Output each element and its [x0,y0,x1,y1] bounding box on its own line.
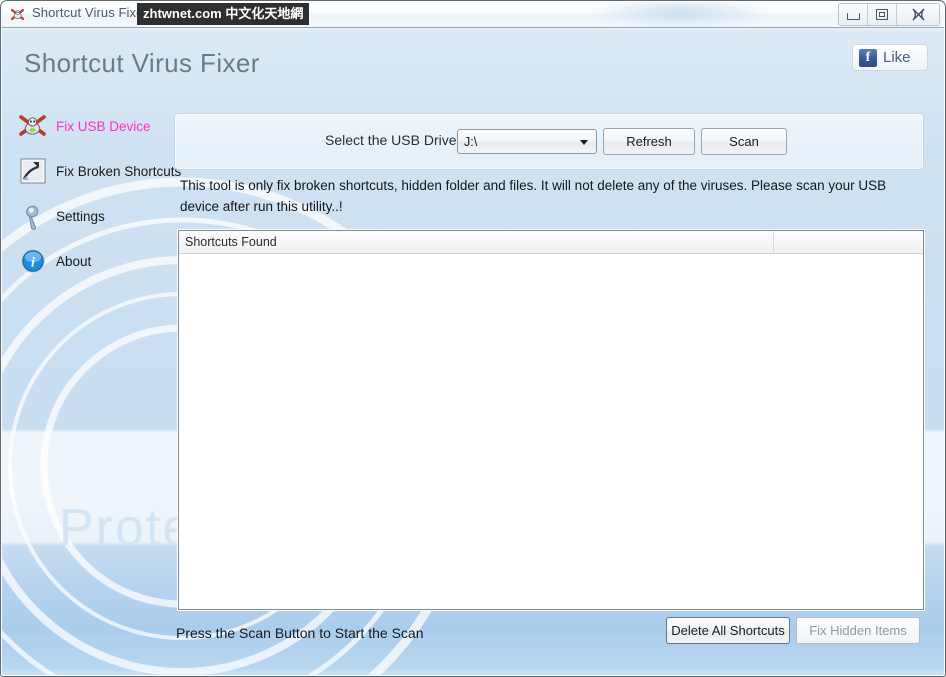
sidebar-item-fix-broken-shortcuts[interactable]: Fix Broken Shortcuts [12,153,181,189]
usb-drive-value: J:\ [464,134,478,149]
chevron-down-icon [580,140,588,145]
page-title: Shortcut Virus Fixer [24,48,260,78]
maximize-button[interactable] [868,4,897,25]
facebook-like-button[interactable]: f Like [852,44,928,71]
facebook-like-label: Like [883,49,911,66]
sidebar-item-about[interactable]: i About [12,243,168,279]
close-button[interactable] [897,4,939,25]
sidebar-item-label: Fix Broken Shortcuts [56,163,182,179]
site-watermark-badge: zhtwnet.com 中文化天地網 [137,3,310,25]
sidebar: Fix USB Device Fix Broken Shortcuts Sett… [12,108,181,288]
maximize-icon [876,9,888,20]
delete-all-shortcuts-button[interactable]: Delete All Shortcuts [666,617,790,644]
virus-shortcut-icon [10,8,25,21]
info-circle-icon: i [18,246,48,276]
svg-text:i: i [31,256,35,271]
sidebar-item-label: About [56,253,92,269]
application-window: Protec Shortcut Virus Fixer zhtwnet.com … [0,0,946,677]
minimize-icon [846,13,860,20]
sidebar-item-label: Fix USB Device [56,118,151,134]
sidebar-item-settings[interactable]: Settings [12,198,168,234]
fix-hidden-items-button[interactable]: Fix Hidden Items [796,617,920,644]
status-message: Press the Scan Button to Start the Scan [176,625,424,641]
scan-button[interactable]: Scan [701,128,787,155]
shortcut-arrow-icon [18,156,48,186]
tool-description: This tool is only fix broken shortcuts, … [180,178,887,214]
facebook-icon: f [859,48,877,67]
drive-select-label: Select the USB Drive [325,132,457,148]
drive-selection-panel: Select the USB Drive J:\ Refresh Scan [174,113,924,170]
sidebar-item-label: Settings [56,208,105,224]
wrench-icon [18,201,48,231]
shortcuts-list[interactable]: Shortcuts Found [178,230,924,610]
sidebar-item-fix-usb-device[interactable]: Fix USB Device [12,108,168,144]
list-header-row: Shortcuts Found [179,231,923,254]
column-header-shortcuts-found[interactable]: Shortcuts Found [179,231,774,253]
column-header-secondary[interactable] [774,231,923,253]
window-title: Shortcut Virus Fixer [32,5,148,20]
refresh-button[interactable]: Refresh [603,128,695,155]
close-icon [912,8,924,21]
window-controls [838,3,940,26]
list-body[interactable] [179,254,923,609]
virus-crossed-icon [18,111,48,141]
title-bar: Shortcut Virus Fixer zhtwnet.com 中文化天地網 [1,1,945,28]
minimize-button[interactable] [839,4,868,25]
usb-drive-select[interactable]: J:\ [457,129,597,154]
